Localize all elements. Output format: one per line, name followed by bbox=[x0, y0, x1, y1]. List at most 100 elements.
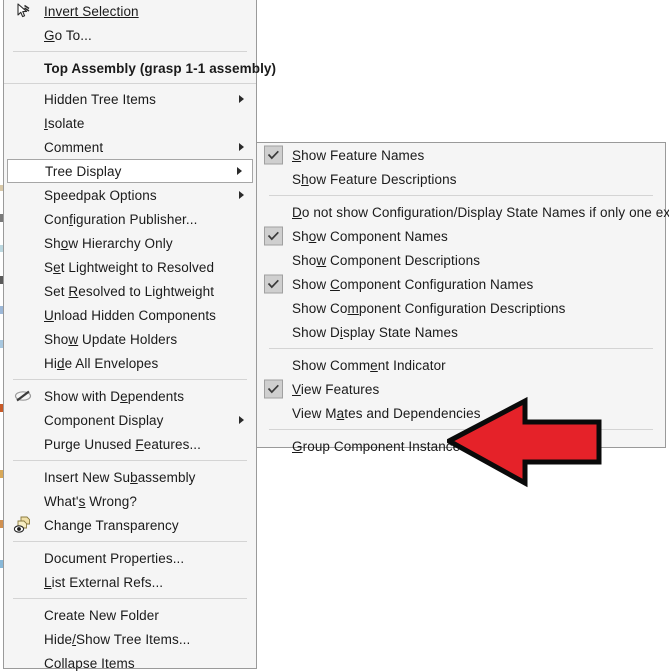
submenu-separator bbox=[269, 348, 653, 349]
submenu-item-label: Do not show Configuration/Display State … bbox=[292, 204, 669, 220]
menu-item-label: Hidden Tree Items bbox=[44, 91, 157, 107]
submenu-separator bbox=[269, 195, 653, 196]
menu-item-set-lightweight-to-resolved[interactable]: Set Lightweight to Resolved bbox=[4, 255, 256, 279]
menu-item-label: Configuration Publisher... bbox=[44, 211, 198, 227]
menu-item-hidden-tree-items[interactable]: Hidden Tree Items bbox=[4, 87, 256, 111]
submenu-item-show-component-configuration-descriptions[interactable]: Show Component Configuration Description… bbox=[257, 296, 665, 320]
submenu-separator bbox=[269, 429, 653, 430]
submenu-item-label: View Features bbox=[292, 381, 380, 397]
menu-item-label: Collapse Items bbox=[44, 655, 135, 671]
menu-item-comment[interactable]: Comment bbox=[4, 135, 256, 159]
menu-item-whats-wrong[interactable]: What's Wrong? bbox=[4, 489, 256, 513]
menu-item-list-external-refs[interactable]: List External Refs... bbox=[4, 570, 256, 594]
menu-item-change-transparency[interactable]: Change Transparency bbox=[4, 513, 256, 537]
submenu-item-label: Show Component Descriptions bbox=[292, 252, 481, 268]
menu-item-unload-hidden-components[interactable]: Unload Hidden Components bbox=[4, 303, 256, 327]
menu-header-label: Top Assembly (grasp 1-1 assembly) bbox=[44, 61, 277, 76]
submenu-item-show-component-names[interactable]: Show Component Names bbox=[257, 224, 665, 248]
menu-item-label: What's Wrong? bbox=[44, 493, 137, 509]
menu-item-label: Go To... bbox=[44, 27, 92, 43]
menu-separator bbox=[13, 598, 247, 599]
menu-item-label: Create New Folder bbox=[44, 607, 159, 623]
cursor-arrow-icon bbox=[12, 1, 34, 21]
submenu-item-label: Group Component Instances bbox=[292, 438, 468, 454]
menu-item-purge-unused-features[interactable]: Purge Unused Features... bbox=[4, 432, 256, 456]
menu-item-hide-all-envelopes[interactable]: Hide All Envelopes bbox=[4, 351, 256, 375]
submenu-item-do-not-show-config-names[interactable]: Do not show Configuration/Display State … bbox=[257, 200, 669, 224]
menu-item-isolate[interactable]: Isolate bbox=[4, 111, 256, 135]
submenu-item-label: Show Feature Names bbox=[292, 147, 425, 163]
submenu-item-label: Show Feature Descriptions bbox=[292, 171, 457, 187]
menu-item-label: List External Refs... bbox=[44, 574, 164, 590]
change-transparency-icon bbox=[12, 515, 34, 535]
submenu-item-label: Show Component Configuration Names bbox=[292, 276, 534, 292]
chevron-right-icon bbox=[239, 416, 244, 424]
menu-item-label: Isolate bbox=[44, 115, 85, 131]
submenu-item-label: Show Display State Names bbox=[292, 324, 458, 340]
submenu-item-label: View Mates and Dependencies bbox=[292, 405, 481, 421]
menu-separator bbox=[4, 83, 256, 84]
menu-item-label: Hide/Show Tree Items... bbox=[44, 631, 191, 647]
menu-separator bbox=[13, 541, 247, 542]
menu-item-label: Set Resolved to Lightweight bbox=[44, 283, 215, 299]
menu-item-speedpak-options[interactable]: Speedpak Options bbox=[4, 183, 256, 207]
menu-item-configuration-publisher[interactable]: Configuration Publisher... bbox=[4, 207, 256, 231]
chevron-right-icon bbox=[239, 95, 244, 103]
checkmark-icon bbox=[264, 226, 283, 246]
chevron-right-icon bbox=[237, 167, 242, 175]
menu-item-label: Component Display bbox=[44, 412, 164, 428]
menu-item-document-properties[interactable]: Document Properties... bbox=[4, 546, 256, 570]
menu-item-label: Show Hierarchy Only bbox=[44, 235, 173, 251]
chevron-right-icon bbox=[239, 143, 244, 151]
submenu-item-view-mates-and-dependencies[interactable]: View Mates and Dependencies bbox=[257, 401, 665, 425]
menu-item-label: Unload Hidden Components bbox=[44, 307, 217, 323]
menu-item-show-update-holders[interactable]: Show Update Holders bbox=[4, 327, 256, 351]
menu-item-label: Invert Selection bbox=[44, 3, 139, 19]
submenu-item-show-component-configuration-names[interactable]: Show Component Configuration Names bbox=[257, 272, 665, 296]
menu-separator bbox=[13, 460, 247, 461]
checkmark-icon bbox=[264, 145, 283, 165]
menu-item-label: Change Transparency bbox=[44, 517, 179, 533]
submenu-item-show-feature-descriptions[interactable]: Show Feature Descriptions bbox=[257, 167, 665, 191]
chevron-right-icon bbox=[239, 191, 244, 199]
submenu-item-label: Show Component Configuration Description… bbox=[292, 300, 566, 316]
menu-item-label: Set Lightweight to Resolved bbox=[44, 259, 215, 275]
menu-item-label: Hide All Envelopes bbox=[44, 355, 159, 371]
menu-item-show-hierarchy-only[interactable]: Show Hierarchy Only bbox=[4, 231, 256, 255]
menu-separator bbox=[13, 379, 247, 380]
submenu-item-show-feature-names[interactable]: Show Feature Names bbox=[257, 143, 665, 167]
menu-item-insert-new-subassembly[interactable]: Insert New Subassembly bbox=[4, 465, 256, 489]
submenu-item-view-features[interactable]: View Features bbox=[257, 377, 665, 401]
submenu-item-show-component-descriptions[interactable]: Show Component Descriptions bbox=[257, 248, 665, 272]
menu-item-hide-show-tree-items[interactable]: Hide/Show Tree Items... bbox=[4, 627, 256, 651]
menu-item-label: Insert New Subassembly bbox=[44, 469, 196, 485]
tree-display-submenu[interactable]: Show Feature Names Show Feature Descript… bbox=[256, 142, 669, 454]
menu-item-go-to[interactable]: Go To... bbox=[4, 23, 256, 47]
submenu-item-label: Show Comment Indicator bbox=[292, 357, 446, 373]
menu-item-set-resolved-to-lightweight[interactable]: Set Resolved to Lightweight bbox=[4, 279, 256, 303]
menu-item-label: Document Properties... bbox=[44, 550, 185, 566]
menu-separator bbox=[13, 51, 247, 52]
checkmark-icon bbox=[264, 379, 283, 399]
submenu-item-show-display-state-names[interactable]: Show Display State Names bbox=[257, 320, 665, 344]
menu-item-label: Purge Unused Features... bbox=[44, 436, 201, 452]
screenshot-root: Invert Selection Go To... Top Assembly (… bbox=[0, 0, 669, 672]
menu-item-label: Tree Display bbox=[45, 163, 122, 179]
hide-show-slash-icon bbox=[12, 386, 34, 406]
submenu-item-show-comment-indicator[interactable]: Show Comment Indicator bbox=[257, 353, 665, 377]
menu-item-label: Speedpak Options bbox=[44, 187, 157, 203]
menu-item-show-with-dependents[interactable]: Show with Dependents bbox=[4, 384, 256, 408]
menu-item-invert-selection[interactable]: Invert Selection bbox=[4, 0, 256, 23]
submenu-item-label: Show Component Names bbox=[292, 228, 448, 244]
menu-item-component-display[interactable]: Component Display bbox=[4, 408, 256, 432]
menu-item-label: Show Update Holders bbox=[44, 331, 178, 347]
checkmark-icon bbox=[264, 274, 283, 294]
menu-item-tree-display[interactable]: Tree Display bbox=[7, 159, 253, 183]
menu-item-label: Comment bbox=[44, 139, 104, 155]
menu-header-top-assembly: Top Assembly (grasp 1-1 assembly) bbox=[4, 56, 276, 81]
menu-item-label: Show with Dependents bbox=[44, 388, 185, 404]
submenu-item-group-component-instances[interactable]: Group Component Instances bbox=[257, 434, 665, 458]
menu-item-collapse-items[interactable]: Collapse Items bbox=[4, 651, 256, 672]
context-menu[interactable]: Invert Selection Go To... Top Assembly (… bbox=[3, 0, 276, 672]
menu-item-create-new-folder[interactable]: Create New Folder bbox=[4, 603, 256, 627]
